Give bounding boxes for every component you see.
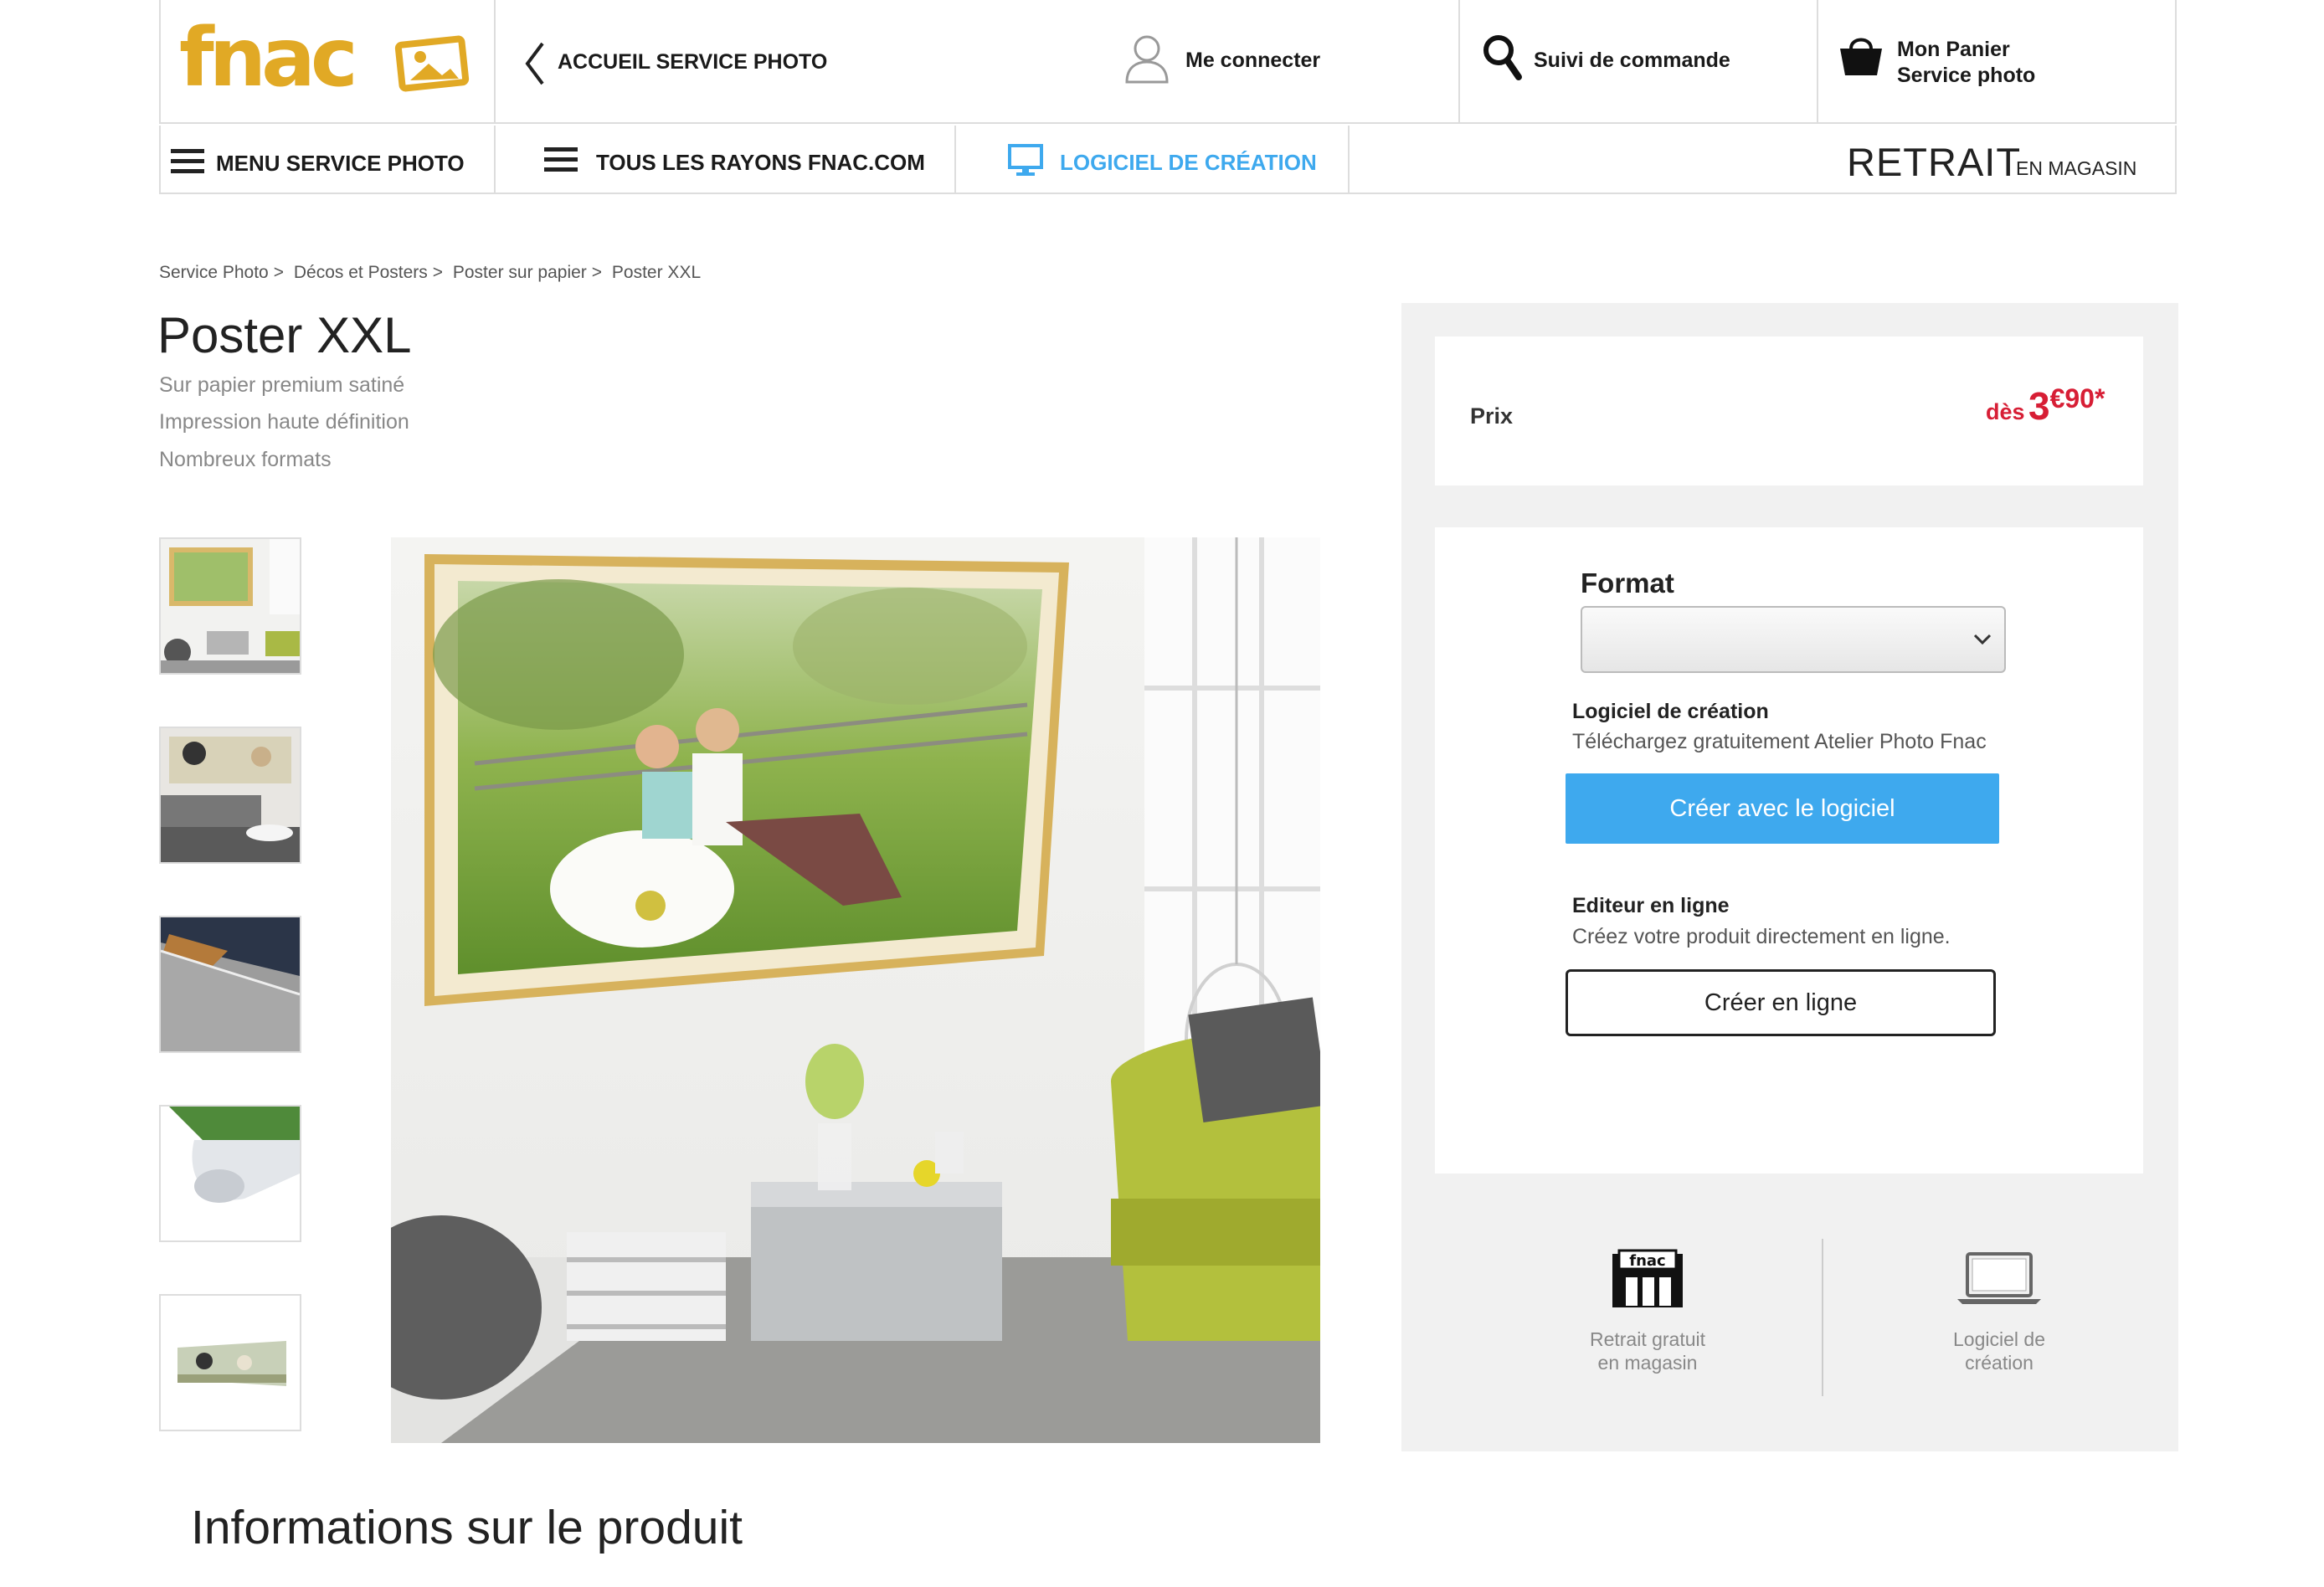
svg-text:fnac: fnac bbox=[1629, 1252, 1665, 1270]
divider bbox=[1817, 0, 1818, 124]
breadcrumb-link[interactable]: Poster sur papier bbox=[453, 263, 587, 282]
price-cents: €90* bbox=[2049, 383, 2105, 413]
retrait-small-label: EN MAGASIN bbox=[2016, 157, 2137, 179]
cart-label-line2: Service photo bbox=[1897, 64, 2036, 87]
laptop-icon bbox=[1957, 1252, 2041, 1304]
menu-service-photo-label: MENU SERVICE PHOTO bbox=[216, 151, 465, 176]
divider bbox=[1822, 1239, 1823, 1396]
breadcrumb-link[interactable]: Service Photo bbox=[159, 263, 269, 282]
chevron-down-icon bbox=[1973, 634, 1992, 645]
store-icon: fnac bbox=[1612, 1249, 1683, 1307]
svg-text:fnac: fnac bbox=[179, 17, 353, 100]
logiciel-title: Logiciel de création bbox=[1572, 700, 1769, 723]
breadcrumb-link[interactable]: Décos et Posters bbox=[294, 263, 428, 282]
breadcrumb-separator: > bbox=[591, 263, 603, 282]
product-main-image bbox=[391, 537, 1320, 1443]
product-info-heading: Informations sur le produit bbox=[191, 1501, 743, 1554]
divider bbox=[494, 126, 496, 194]
cart-label: Mon Panier Service photo bbox=[1897, 37, 2035, 89]
hamburger-icon bbox=[544, 147, 578, 177]
logiciel-creation-label: LOGICIEL DE CRÉATION bbox=[1060, 150, 1317, 175]
order-tracking-label: Suivi de commande bbox=[1534, 49, 1730, 72]
retrait-big-label: RETRAIT bbox=[1847, 140, 2022, 184]
logiciel-creation-footer-label: Logiciel de création bbox=[1917, 1328, 2081, 1374]
thumbnail-4[interactable] bbox=[159, 1105, 301, 1242]
create-with-software-button[interactable]: Créer avec le logiciel bbox=[1566, 773, 1999, 844]
thumbnail-3[interactable] bbox=[159, 916, 301, 1053]
divider bbox=[1348, 126, 1350, 194]
feature-item: Impression haute définition bbox=[159, 410, 409, 434]
cart-label-line1: Mon Panier bbox=[1897, 38, 2010, 61]
price-value: dès 3€90* bbox=[1986, 383, 2105, 429]
feature-item: Nombreux formats bbox=[159, 448, 332, 471]
breadcrumb-current: Poster XXL bbox=[611, 263, 702, 282]
logiciel-creation-line2: création bbox=[1965, 1352, 2034, 1374]
retrait-gratuit-line1: Retrait gratuit bbox=[1589, 1328, 1706, 1350]
chevron-left-icon bbox=[525, 42, 544, 85]
editeur-subtitle: Créez votre produit directement en ligne… bbox=[1572, 925, 1951, 948]
divider bbox=[494, 0, 496, 124]
thumbnail-1[interactable] bbox=[159, 537, 301, 675]
breadcrumb-separator: > bbox=[273, 263, 285, 282]
retrait-gratuit-label: Retrait gratuit en magasin bbox=[1566, 1328, 1730, 1374]
divider bbox=[954, 126, 956, 194]
search-icon bbox=[1483, 35, 1522, 80]
price-label: Prix bbox=[1470, 403, 1514, 429]
format-select[interactable] bbox=[1581, 606, 2006, 673]
login-label: Me connecter bbox=[1185, 49, 1321, 72]
breadcrumb: Service Photo > Décos et Posters > Poster … bbox=[159, 263, 706, 283]
breadcrumb-separator: > bbox=[432, 263, 444, 282]
user-icon bbox=[1125, 35, 1169, 84]
format-label: Format bbox=[1581, 568, 1674, 598]
divider bbox=[1458, 0, 1460, 124]
hamburger-icon bbox=[171, 149, 204, 179]
thumbnail-5[interactable] bbox=[159, 1294, 301, 1431]
back-link-label: ACCUEIL SERVICE PHOTO bbox=[558, 50, 828, 74]
monitor-icon bbox=[1008, 144, 1043, 176]
basket-icon bbox=[1840, 38, 1882, 75]
page-title: Poster XXL bbox=[157, 307, 412, 363]
price-prefix: dès bbox=[1986, 399, 2025, 424]
retrait-gratuit-line2: en magasin bbox=[1597, 1352, 1698, 1374]
logiciel-creation-line1: Logiciel de bbox=[1953, 1328, 2045, 1350]
feature-item: Sur papier premium satiné bbox=[159, 373, 405, 397]
logiciel-subtitle: Téléchargez gratuitement Atelier Photo F… bbox=[1572, 730, 1987, 753]
thumbnail-2[interactable] bbox=[159, 727, 301, 864]
price-euros: 3 bbox=[2028, 384, 2050, 428]
tous-les-rayons-label: TOUS LES RAYONS FNAC.COM bbox=[596, 150, 925, 175]
editeur-title: Editeur en ligne bbox=[1572, 894, 1730, 917]
fnac-logo[interactable]: fnac bbox=[179, 11, 472, 105]
create-online-button[interactable]: Créer en ligne bbox=[1566, 969, 1996, 1036]
